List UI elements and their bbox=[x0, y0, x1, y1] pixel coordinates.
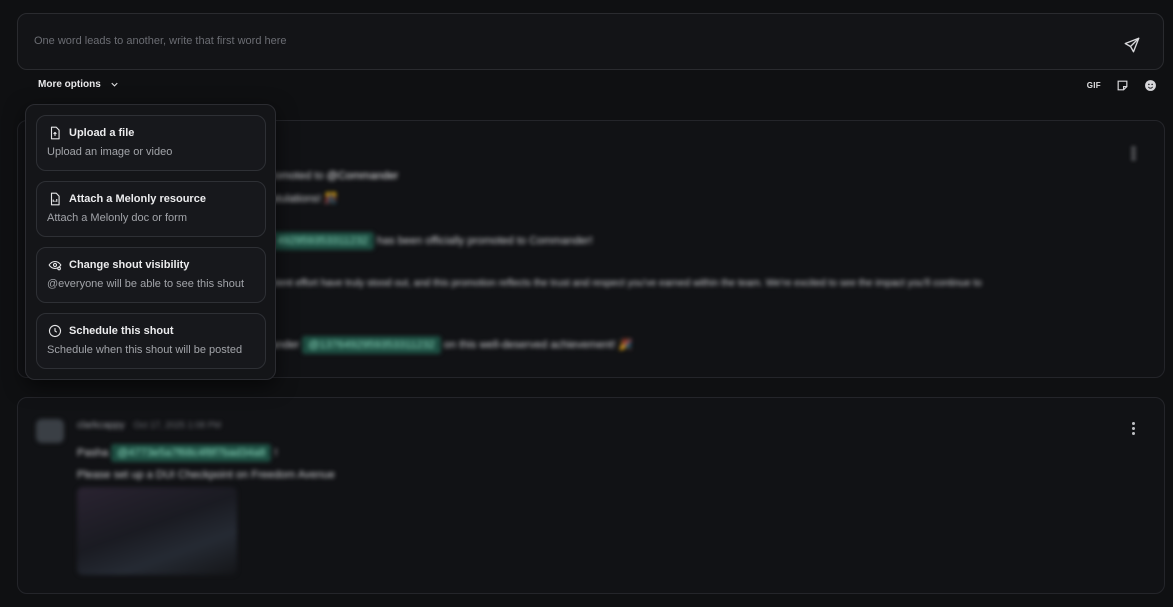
post-line: atulations! 🎊 bbox=[271, 193, 338, 205]
avatar bbox=[36, 419, 64, 443]
post-line: stent effort have truly stood out, and t… bbox=[271, 278, 982, 289]
menu-item-upload-file[interactable]: Upload a file Upload an image or video bbox=[36, 115, 266, 171]
emoji-icon bbox=[1144, 79, 1156, 91]
post-text: has been officially promoted to Commande… bbox=[377, 235, 593, 247]
mention[interactable]: @1376492959353311232 bbox=[302, 336, 441, 354]
menu-item-title: Change shout visibility bbox=[69, 259, 190, 271]
shout-composer[interactable]: One word leads to another, write that fi… bbox=[17, 13, 1164, 70]
more-options-toggle[interactable]: More options bbox=[38, 79, 120, 90]
post-line: ander @1376492959353311232 on this well-… bbox=[271, 336, 633, 354]
menu-item-title: Schedule this shout bbox=[69, 325, 174, 337]
kebab-menu-icon[interactable] bbox=[1132, 420, 1136, 437]
mention[interactable]: @Commander bbox=[327, 170, 399, 182]
post-line: Pasha @4773e5a7f68c4f8f7bad34a8 ! bbox=[77, 444, 278, 462]
menu-item-title: Upload a file bbox=[69, 127, 135, 139]
post-line: Please set up a DUI Checkpoint on Freedo… bbox=[77, 469, 335, 481]
mention[interactable]: @4773e5a7f68c4f8f7bad34a8 bbox=[111, 444, 272, 462]
mention[interactable]: 492959353311232 bbox=[271, 232, 374, 250]
file-upload-icon bbox=[50, 126, 60, 140]
send-button[interactable] bbox=[1123, 36, 1141, 54]
menu-item-description: @everyone will be able to see this shout bbox=[47, 278, 245, 290]
eye-settings-icon bbox=[48, 260, 62, 271]
author-name[interactable]: clarkcappy bbox=[77, 420, 125, 431]
send-icon bbox=[1124, 37, 1140, 53]
emoji-button[interactable] bbox=[1143, 78, 1157, 92]
document-icon bbox=[50, 192, 60, 206]
post-header: clarkcappy Oct 17, 2025 1:08 PM bbox=[77, 420, 221, 431]
menu-item-description: Upload an image or video bbox=[47, 146, 173, 158]
more-options-menu: Upload a file Upload an image or video A… bbox=[25, 104, 276, 380]
post-text: romoted to bbox=[271, 170, 324, 182]
clock-icon bbox=[48, 324, 62, 338]
more-options-label: More options bbox=[38, 79, 101, 90]
timestamp: Oct 17, 2025 1:08 PM bbox=[133, 420, 222, 430]
menu-item-title: Attach a Melonly resource bbox=[69, 193, 206, 205]
menu-item-description: Schedule when this shout will be posted bbox=[47, 344, 243, 356]
sticker-button[interactable] bbox=[1115, 78, 1129, 92]
chevron-down-icon bbox=[111, 82, 118, 87]
attached-image[interactable] bbox=[77, 487, 237, 575]
menu-item-schedule-shout[interactable]: Schedule this shout Schedule when this s… bbox=[36, 313, 266, 369]
menu-item-change-visibility[interactable]: Change shout visibility @everyone will b… bbox=[36, 247, 266, 303]
menu-item-description: Attach a Melonly doc or form bbox=[47, 212, 188, 224]
post-line: romoted to @Commander bbox=[271, 170, 398, 182]
gif-button[interactable]: GIF bbox=[1087, 81, 1101, 90]
post-text: Pasha bbox=[77, 447, 109, 459]
post-text: on this well-deserved achievement! 🎉 bbox=[443, 339, 633, 351]
menu-item-attach-resource[interactable]: Attach a Melonly resource Attach a Melon… bbox=[36, 181, 266, 237]
shout-input[interactable]: One word leads to another, write that fi… bbox=[34, 35, 287, 47]
post-line: 492959353311232 has been officially prom… bbox=[271, 232, 593, 250]
kebab-menu-icon[interactable] bbox=[1132, 145, 1136, 162]
post-text: ! bbox=[274, 447, 278, 459]
sticker-icon bbox=[1117, 80, 1127, 90]
